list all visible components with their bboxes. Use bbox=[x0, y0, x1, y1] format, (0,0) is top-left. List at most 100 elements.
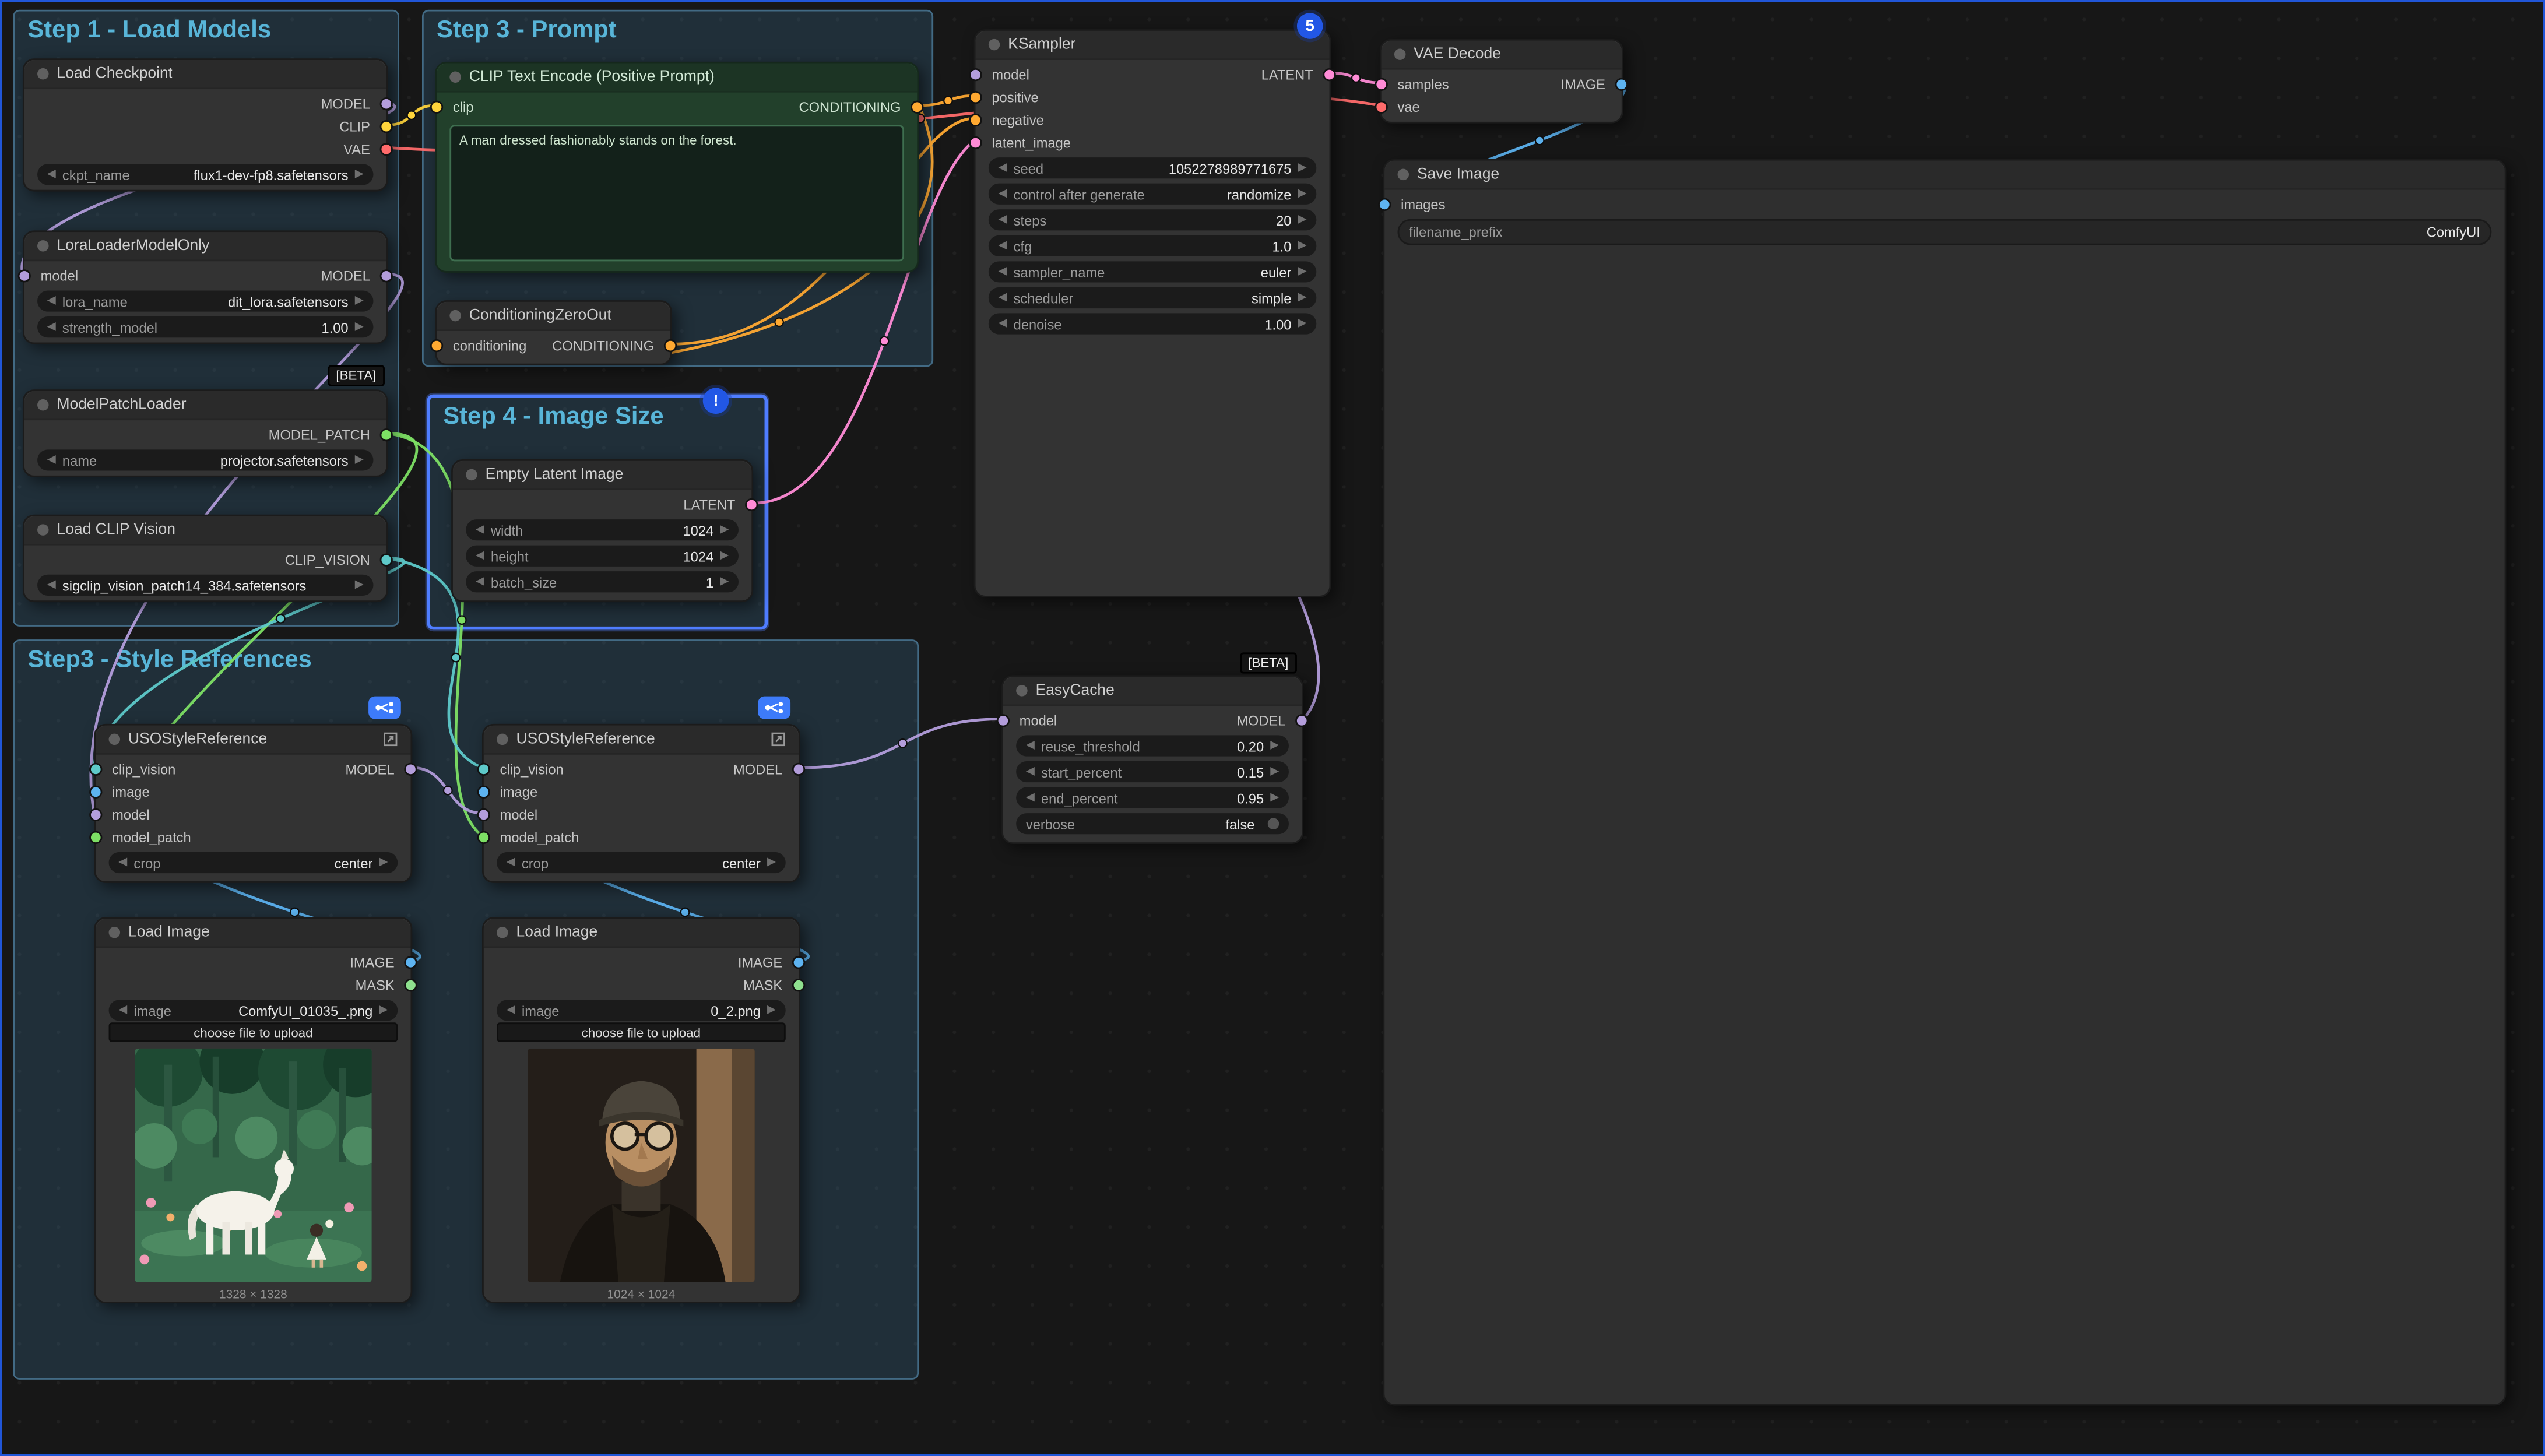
arrow-left-icon[interactable]: ◀ bbox=[999, 292, 1007, 303]
node-uso-style-reference-2[interactable]: USOStyleReference clip_vision MODEL imag… bbox=[482, 724, 800, 883]
widget-crop[interactable]: ◀ crop center ▶ bbox=[497, 852, 786, 873]
widget-height[interactable]: ◀ height 1024 ▶ bbox=[466, 546, 739, 567]
port-clip-output[interactable] bbox=[380, 120, 393, 133]
arrow-right-icon[interactable]: ▶ bbox=[355, 169, 364, 180]
port-images-input[interactable] bbox=[1378, 198, 1391, 211]
port-clip-vision-input[interactable] bbox=[477, 763, 490, 776]
port-model-input[interactable] bbox=[89, 808, 102, 821]
widget-start-percent[interactable]: ◀ start_percent 0.15 ▶ bbox=[1016, 761, 1289, 782]
arrow-left-icon[interactable]: ◀ bbox=[476, 576, 484, 588]
arrow-right-icon[interactable]: ▶ bbox=[767, 857, 776, 868]
node-title-bar[interactable]: ModelPatchLoader bbox=[24, 391, 386, 420]
toggle-icon[interactable] bbox=[1268, 818, 1279, 829]
port-conditioning-output[interactable] bbox=[911, 101, 923, 114]
port-model-patch-input[interactable] bbox=[477, 831, 490, 844]
port-negative-input[interactable] bbox=[969, 114, 982, 126]
node-ksampler[interactable]: KSampler model LATENT positive negative … bbox=[974, 29, 1331, 597]
arrow-right-icon[interactable]: ▶ bbox=[355, 321, 364, 332]
widget-strength-model[interactable]: ◀ strength_model 1.00 ▶ bbox=[37, 316, 373, 337]
arrow-right-icon[interactable]: ▶ bbox=[1298, 188, 1307, 199]
node-title-bar[interactable]: LoraLoaderModelOnly bbox=[24, 232, 386, 261]
arrow-left-icon[interactable]: ◀ bbox=[476, 524, 484, 535]
port-model-output[interactable] bbox=[1295, 714, 1308, 727]
node-load-image-2[interactable]: Load Image IMAGE MASK ◀ image 0_2.png ▶ … bbox=[482, 917, 800, 1303]
widget-scheduler[interactable]: ◀ scheduler simple ▶ bbox=[989, 287, 1316, 308]
node-title-bar[interactable]: Load Image bbox=[484, 919, 799, 948]
arrow-right-icon[interactable]: ▶ bbox=[355, 296, 364, 307]
arrow-right-icon[interactable]: ▶ bbox=[720, 576, 729, 588]
node-empty-latent-image[interactable]: Empty Latent Image LATENT ◀ width 1024 ▶… bbox=[451, 459, 753, 602]
node-title-bar[interactable]: USOStyleReference bbox=[484, 726, 799, 755]
node-conditioning-zero-out[interactable]: ConditioningZeroOut conditioning CONDITI… bbox=[435, 300, 672, 365]
node-title-bar[interactable]: CLIP Text Encode (Positive Prompt) bbox=[437, 64, 917, 93]
arrow-right-icon[interactable]: ▶ bbox=[1298, 240, 1307, 251]
comfyui-canvas[interactable]: Step 1 - Load Models Step 3 - Prompt Ste… bbox=[0, 0, 2545, 1456]
arrow-left-icon[interactable]: ◀ bbox=[476, 550, 484, 561]
arrow-right-icon[interactable]: ▶ bbox=[379, 1005, 388, 1016]
node-title-bar[interactable]: Load CLIP Vision bbox=[24, 516, 386, 546]
arrow-left-icon[interactable]: ◀ bbox=[999, 214, 1007, 226]
port-latent-output[interactable] bbox=[745, 498, 758, 511]
arrow-left-icon[interactable]: ◀ bbox=[47, 169, 56, 180]
node-title-bar[interactable]: Save Image bbox=[1384, 161, 2504, 190]
node-mode-badge[interactable] bbox=[368, 697, 401, 719]
expand-icon[interactable] bbox=[771, 732, 786, 747]
upload-button[interactable]: choose file to upload bbox=[497, 1022, 786, 1042]
node-title-bar[interactable]: VAE Decode bbox=[1382, 41, 1622, 70]
widget-crop[interactable]: ◀ crop center ▶ bbox=[109, 852, 398, 873]
port-model-patch-input[interactable] bbox=[89, 831, 102, 844]
port-samples-input[interactable] bbox=[1375, 78, 1388, 91]
arrow-left-icon[interactable]: ◀ bbox=[999, 318, 1007, 329]
widget-end-percent[interactable]: ◀ end_percent 0.95 ▶ bbox=[1016, 787, 1289, 808]
widget-filename-prefix[interactable]: filename_prefix ComfyUI bbox=[1398, 219, 2492, 245]
arrow-right-icon[interactable]: ▶ bbox=[1270, 792, 1279, 803]
node-load-checkpoint[interactable]: Load Checkpoint MODEL CLIP VAE ◀ ckpt_na… bbox=[23, 58, 388, 191]
widget-control-after-generate[interactable]: ◀ control after generate randomize ▶ bbox=[989, 184, 1316, 205]
arrow-left-icon[interactable]: ◀ bbox=[999, 188, 1007, 199]
widget-lora-name[interactable]: ◀ lora_name dit_lora.safetensors ▶ bbox=[37, 290, 373, 311]
widget-clip-name[interactable]: ◀ sigclip_vision_patch14_384.safetensors… bbox=[37, 575, 373, 596]
arrow-left-icon[interactable]: ◀ bbox=[47, 296, 56, 307]
widget-image[interactable]: ◀ image ComfyUI_01035_.png ▶ bbox=[109, 1000, 398, 1021]
widget-ckpt-name[interactable]: ◀ ckpt_name flux1-dev-fp8.safetensors ▶ bbox=[37, 164, 373, 185]
port-conditioning-input[interactable] bbox=[430, 339, 443, 352]
arrow-right-icon[interactable]: ▶ bbox=[1298, 266, 1307, 277]
arrow-right-icon[interactable]: ▶ bbox=[1270, 740, 1279, 751]
node-load-clip-vision[interactable]: Load CLIP Vision CLIP_VISION ◀ sigclip_v… bbox=[23, 515, 388, 602]
port-image-output[interactable] bbox=[1615, 78, 1628, 91]
node-load-image-1[interactable]: Load Image IMAGE MASK ◀ image ComfyUI_01… bbox=[94, 917, 413, 1303]
node-vae-decode[interactable]: VAE Decode samples IMAGE vae bbox=[1380, 39, 1623, 124]
widget-sampler-name[interactable]: ◀ sampler_name euler ▶ bbox=[989, 261, 1316, 282]
arrow-left-icon[interactable]: ◀ bbox=[118, 857, 127, 868]
arrow-left-icon[interactable]: ◀ bbox=[999, 240, 1007, 251]
port-model-input[interactable] bbox=[18, 269, 31, 282]
port-clip-input[interactable] bbox=[430, 101, 443, 114]
port-image-output[interactable] bbox=[404, 956, 417, 969]
port-model-input[interactable] bbox=[969, 68, 982, 81]
widget-image[interactable]: ◀ image 0_2.png ▶ bbox=[497, 1000, 786, 1021]
arrow-left-icon[interactable]: ◀ bbox=[1026, 792, 1035, 803]
port-clip-vision-input[interactable] bbox=[89, 763, 102, 776]
node-title-bar[interactable]: EasyCache bbox=[1003, 677, 1302, 706]
port-conditioning-output[interactable] bbox=[664, 339, 677, 352]
port-model-input[interactable] bbox=[997, 714, 1010, 727]
arrow-right-icon[interactable]: ▶ bbox=[1298, 292, 1307, 303]
arrow-left-icon[interactable]: ◀ bbox=[118, 1005, 127, 1016]
arrow-left-icon[interactable]: ◀ bbox=[1026, 740, 1035, 751]
node-title-bar[interactable]: Empty Latent Image bbox=[453, 461, 751, 490]
port-image-input[interactable] bbox=[477, 786, 490, 799]
upload-button[interactable]: choose file to upload bbox=[109, 1022, 398, 1042]
arrow-left-icon[interactable]: ◀ bbox=[507, 1005, 515, 1016]
port-clip-vision-output[interactable] bbox=[380, 554, 393, 567]
port-image-output[interactable] bbox=[792, 956, 805, 969]
node-lora-loader[interactable]: LoraLoaderModelOnly model MODEL ◀ lora_n… bbox=[23, 230, 388, 344]
node-clip-text-encode[interactable]: CLIP Text Encode (Positive Prompt) clip … bbox=[435, 62, 919, 273]
node-model-patch-loader[interactable]: ModelPatchLoader MODEL_PATCH ◀ name proj… bbox=[23, 389, 388, 477]
port-mask-output[interactable] bbox=[792, 979, 805, 991]
node-title-bar[interactable]: KSampler bbox=[976, 31, 1330, 60]
prompt-textarea[interactable]: A man dressed fashionably stands on the … bbox=[449, 125, 904, 261]
node-title-bar[interactable]: Load Checkpoint bbox=[24, 60, 386, 89]
node-title-bar[interactable]: ConditioningZeroOut bbox=[437, 302, 670, 331]
arrow-left-icon[interactable]: ◀ bbox=[1026, 766, 1035, 777]
port-vae-output[interactable] bbox=[380, 143, 393, 156]
